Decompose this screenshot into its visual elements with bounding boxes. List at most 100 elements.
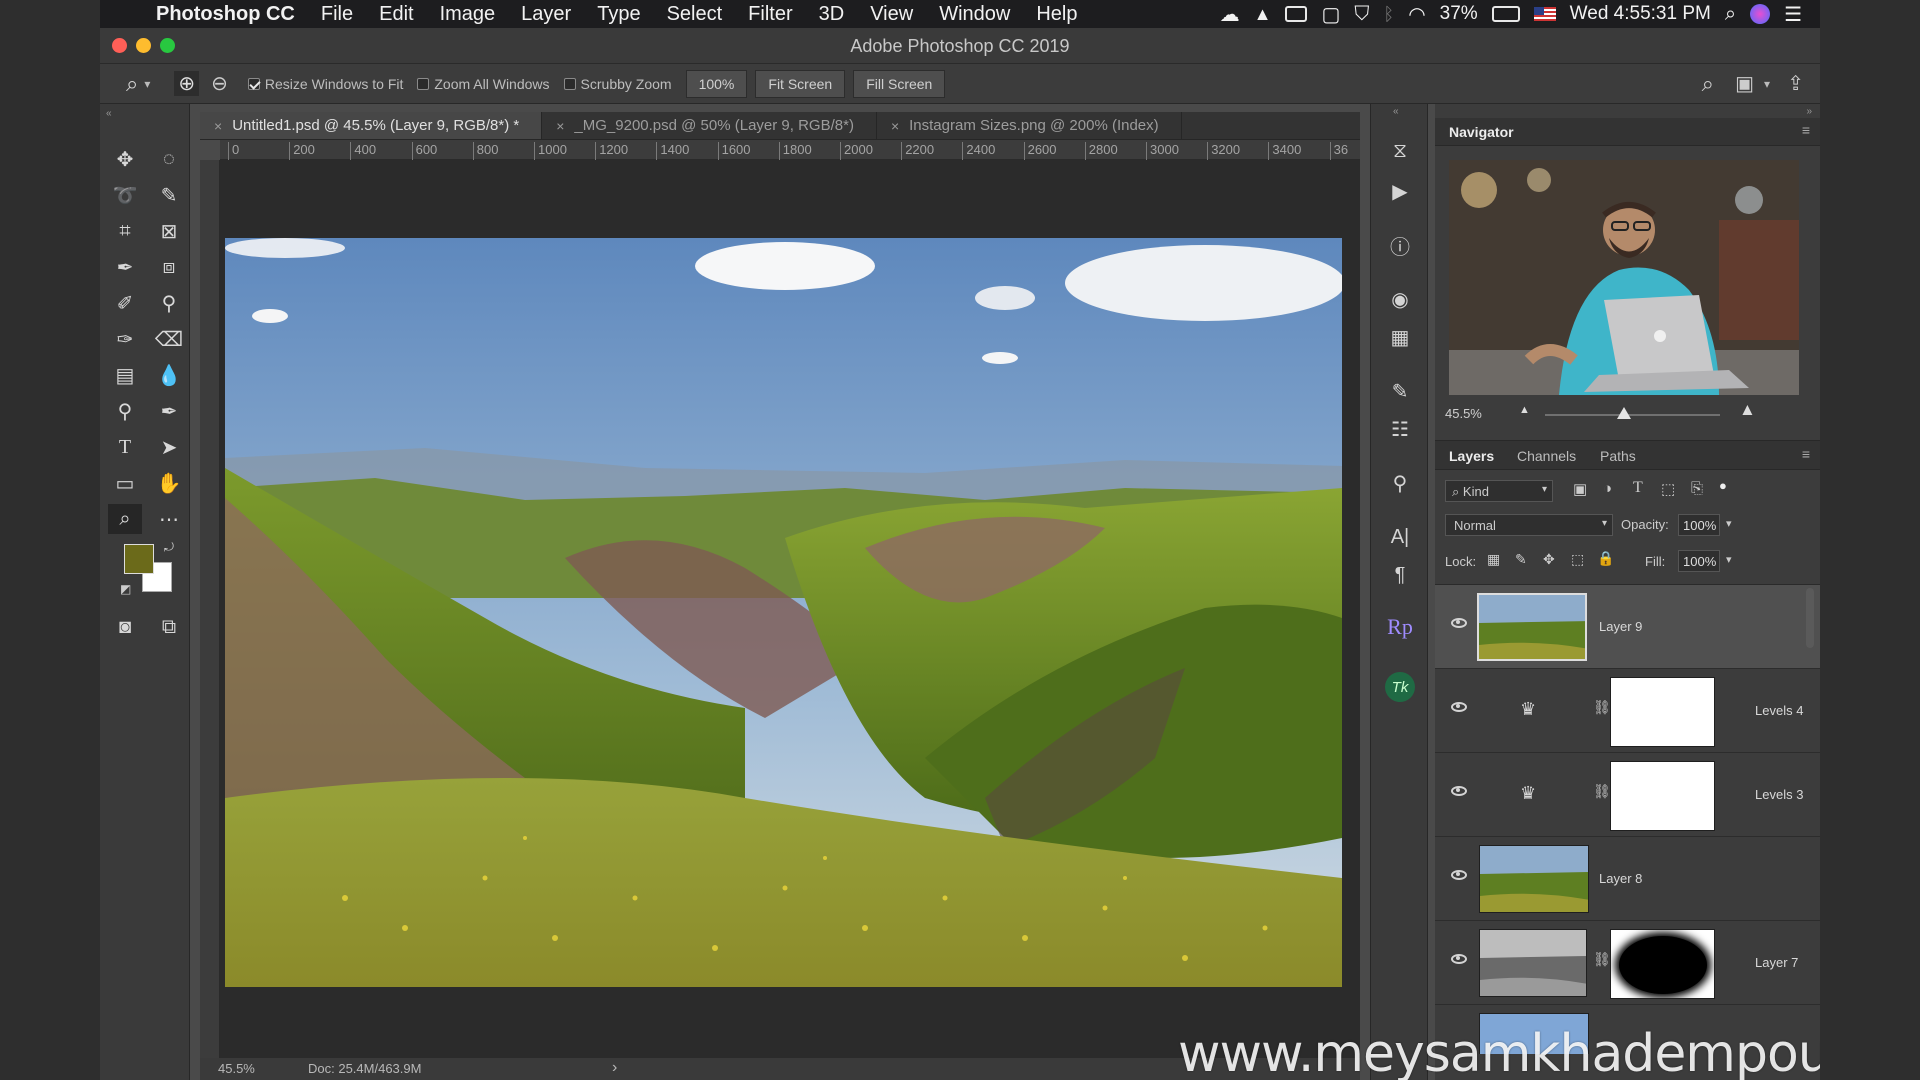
menu-3d[interactable]: 3D (806, 3, 858, 26)
gradient-tool-icon[interactable]: ▤ (108, 360, 142, 390)
opacity-input[interactable]: 100% (1678, 514, 1720, 536)
zoom-out-mountain-icon[interactable]: ▲ (1519, 404, 1530, 416)
close-tab-icon[interactable]: × (891, 118, 899, 134)
default-colors-icon[interactable]: ◩ (120, 582, 131, 596)
chevron-down-icon[interactable]: ▾ (144, 77, 150, 91)
navigator-tab[interactable]: Navigator (1449, 124, 1514, 140)
menu-file[interactable]: File (308, 3, 366, 26)
menu-window[interactable]: Window (926, 3, 1023, 26)
screen-mode-icon[interactable]: ⧉ (152, 612, 186, 642)
filter-pixel-icon[interactable]: ▣ (1573, 480, 1587, 498)
tab-paths[interactable]: Paths (1600, 448, 1636, 464)
menu-clock[interactable]: Wed 4:55:31 PM (1570, 3, 1711, 25)
swatches-grid-icon[interactable]: ▦ (1383, 322, 1417, 352)
filter-type-icon[interactable]: T (1633, 479, 1643, 497)
visibility-eye-icon[interactable] (1451, 702, 1467, 712)
navigator-zoom-slider[interactable] (1545, 407, 1720, 419)
pen-tool-icon[interactable]: ✒ (152, 396, 186, 426)
lasso-tool-icon[interactable]: ➰ (108, 180, 142, 210)
brush-tool-icon[interactable]: ✐ (108, 288, 142, 318)
layer-row-levels-4[interactable]: ♛ ⛓ Levels 4 (1435, 669, 1820, 753)
app-menu[interactable]: Photoshop CC (142, 3, 308, 26)
panel-menu-icon[interactable]: ≡ (1802, 122, 1810, 138)
tab-channels[interactable]: Channels (1517, 448, 1576, 464)
layer-row-layer-8[interactable]: Layer 8 (1435, 837, 1820, 921)
move-tool-icon[interactable]: ✥ (108, 144, 142, 174)
more-tools-icon[interactable]: ⋯ (152, 504, 186, 534)
zoom-slider-thumb[interactable] (1616, 407, 1631, 419)
lock-position-icon[interactable]: ✥ (1543, 551, 1555, 568)
notification-center-icon[interactable]: ☰ (1784, 2, 1802, 27)
paragraph-icon[interactable]: ¶ (1383, 560, 1417, 590)
zoom-all-windows-checkbox[interactable]: Zoom All Windows (417, 76, 550, 92)
layer-name[interactable]: Layer 7 (1755, 955, 1798, 970)
brush-settings-icon[interactable]: ✎ (1383, 376, 1417, 406)
adjustments-icon[interactable]: ◉ (1383, 284, 1417, 314)
eyedropper-tool-icon[interactable]: ✒ (108, 252, 142, 282)
siri-icon[interactable] (1750, 4, 1771, 24)
shield-icon[interactable]: ⛉ (1354, 3, 1369, 26)
layer-mask-thumbnail[interactable] (1610, 677, 1715, 747)
link-chain-icon[interactable]: ⛓ (1593, 783, 1611, 800)
quick-select-tool-icon[interactable]: ✎ (152, 180, 186, 210)
battery-icon[interactable] (1491, 6, 1520, 22)
zoom-in-mountain-icon[interactable]: ▲ (1739, 400, 1756, 420)
history-icon[interactable]: ⧖ (1383, 136, 1417, 166)
layer-name[interactable]: Layer 9 (1599, 619, 1642, 634)
navigator-preview[interactable] (1449, 160, 1799, 395)
collapse-panel-icon[interactable]: « (106, 108, 112, 119)
panel-menu-icon[interactable]: ≡ (1802, 446, 1810, 462)
layer-row-levels-3[interactable]: ♛ ⛓ Levels 3 (1435, 753, 1820, 837)
clone-stamp-tool-icon[interactable]: ⚲ (152, 288, 186, 318)
menu-help[interactable]: Help (1023, 3, 1090, 26)
zoom-100-button[interactable]: 100% (685, 69, 748, 98)
menu-type[interactable]: Type (584, 3, 653, 26)
horizontal-ruler[interactable]: 0 200 400 600 800 1000 1200 1400 1600 1800 2000 220… (220, 140, 1360, 160)
landscape-photo[interactable] (225, 238, 1342, 987)
menu-view[interactable]: View (857, 3, 926, 26)
close-tab-icon[interactable]: × (556, 118, 564, 134)
us-flag-icon[interactable] (1533, 7, 1556, 21)
eraser-tool-icon[interactable]: ⌫ (152, 324, 186, 354)
chevron-down-icon[interactable]: ▾ (1764, 77, 1770, 91)
share-icon[interactable]: ⇪ (1787, 71, 1804, 96)
bluetooth-icon[interactable]: ᛒ (1383, 4, 1394, 25)
character-icon[interactable]: A| (1383, 522, 1417, 552)
layer-mask-thumbnail[interactable] (1610, 929, 1715, 999)
layers-scrollbar[interactable] (1806, 588, 1814, 648)
navigator-zoom-value[interactable]: 45.5% (1445, 406, 1482, 421)
tab-mg-9200[interactable]: × _MG_9200.psd @ 50% (Layer 9, RGB/8*) (542, 112, 877, 139)
layer-mask-thumbnail[interactable] (1610, 761, 1715, 831)
resize-windows-checkbox[interactable]: Resize Windows to Fit (247, 76, 403, 92)
spot-healing-tool-icon[interactable]: ⧈ (152, 252, 186, 282)
lock-all-icon[interactable]: 🔒 (1597, 550, 1614, 567)
zoom-tool-preset-icon[interactable]: ⌕ (126, 71, 138, 97)
swap-colors-icon[interactable]: ⤾ (164, 540, 174, 555)
visibility-eye-icon[interactable] (1451, 954, 1467, 964)
foreground-color-swatch[interactable] (124, 544, 154, 574)
lock-image-icon[interactable]: ✎ (1515, 551, 1527, 568)
tk-panel-icon[interactable]: Tk (1385, 672, 1415, 702)
history-brush-tool-icon[interactable]: ✑ (108, 324, 142, 354)
hand-tool-icon[interactable]: ✋ (152, 468, 186, 498)
battery-percent[interactable]: 37% (1440, 3, 1478, 25)
frame-tool-icon[interactable]: ⊠ (152, 216, 186, 246)
expand-panels-icon[interactable]: « (1393, 106, 1399, 117)
layer-name[interactable]: Layer 8 (1599, 871, 1642, 886)
dodge-tool-icon[interactable]: ⚲ (108, 396, 142, 426)
workspace-icon[interactable]: ▣ (1735, 71, 1754, 96)
link-chain-icon[interactable]: ⛓ (1593, 699, 1611, 716)
tab-layers[interactable]: Layers (1449, 448, 1494, 464)
tab-instagram-sizes[interactable]: × Instagram Sizes.png @ 200% (Index) (877, 112, 1182, 139)
info-icon[interactable]: ⓘ (1383, 230, 1417, 260)
fill-input[interactable]: 100% (1678, 550, 1720, 572)
crop-tool-icon[interactable]: ⌗ (108, 216, 142, 246)
layer-row-layer-7[interactable]: ⛓ Layer 7 (1435, 921, 1820, 1005)
menu-image[interactable]: Image (427, 3, 509, 26)
drive-icon[interactable]: ▲ (1254, 4, 1272, 25)
menu-layer[interactable]: Layer (508, 3, 584, 26)
chevron-down-icon[interactable]: ▾ (1726, 553, 1732, 566)
blend-mode-select[interactable]: Normal ▾ (1445, 514, 1613, 536)
menu-edit[interactable]: Edit (366, 3, 426, 26)
lock-transparent-icon[interactable]: ▦ (1487, 551, 1500, 568)
